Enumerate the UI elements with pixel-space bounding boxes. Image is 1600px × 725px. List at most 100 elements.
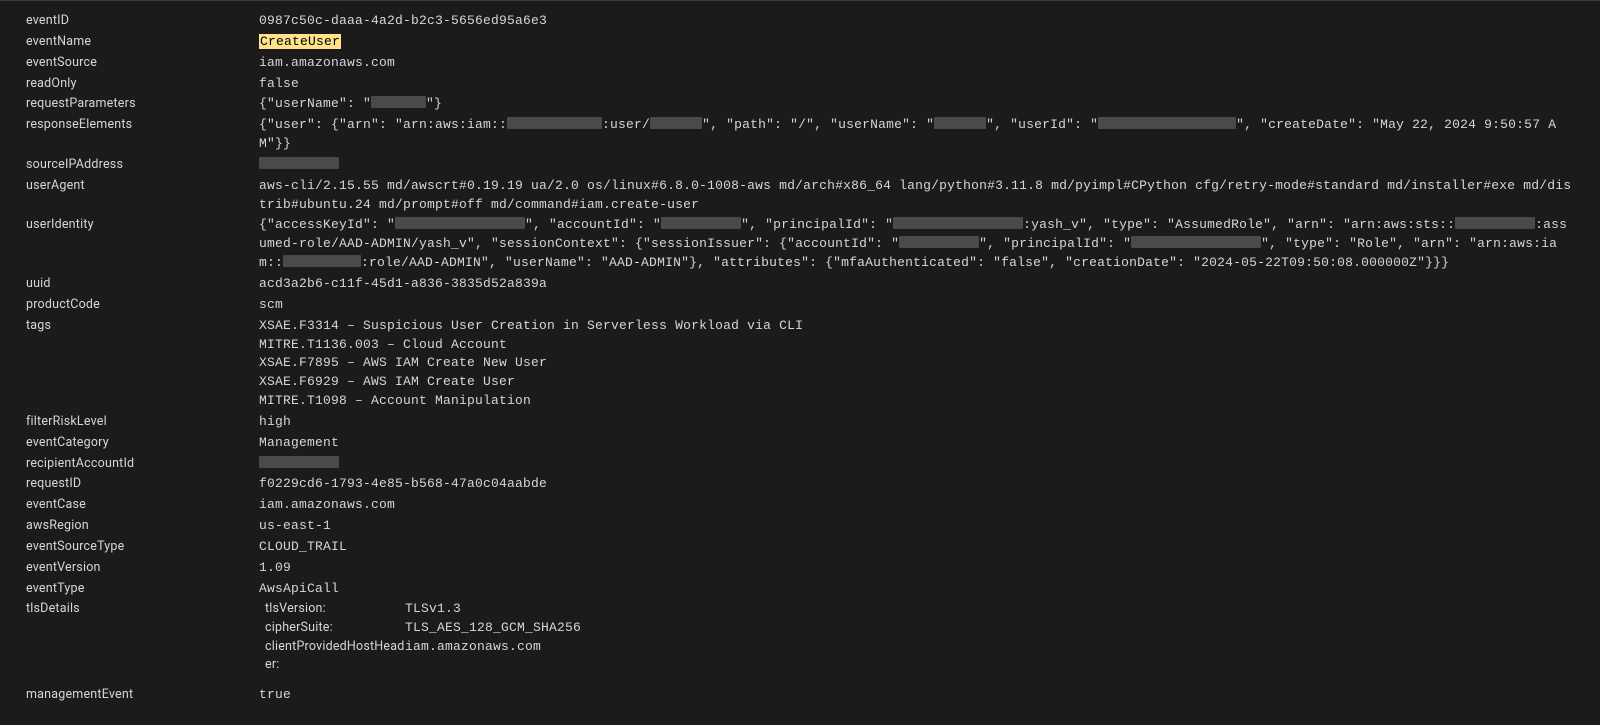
label-response-elements: responseElements (26, 116, 259, 134)
text-segment: :yash_v", "type": "AssumedRole", "arn": … (1023, 217, 1455, 232)
value-source-ip-address[interactable] (259, 156, 1574, 175)
text-segment: :role/AAD-ADMIN", "userName": "AAD-ADMIN… (361, 255, 1449, 270)
text-segment: ", "principalId": " (979, 236, 1131, 251)
tag-line: MITRE.T1136.003 – Cloud Account (259, 336, 1574, 355)
value-event-type[interactable]: AwsApiCall (259, 580, 1574, 599)
text-segment: :user/ (602, 117, 650, 132)
field-event-source: eventSource iam.amazonaws.com (0, 53, 1600, 74)
text-segment: ", "accountId": " (525, 217, 661, 232)
field-response-elements: responseElements {"user": {"arn": "arn:a… (0, 115, 1600, 155)
value-event-category[interactable]: Management (259, 434, 1574, 453)
field-event-source-type: eventSourceType CLOUD_TRAIL (0, 537, 1600, 558)
field-event-name: eventName CreateUser (0, 32, 1600, 53)
label-read-only: readOnly (26, 75, 259, 93)
tag-line: MITRE.T1098 – Account Manipulation (259, 392, 1574, 411)
field-user-identity: userIdentity {"accessKeyId": " ", "accou… (0, 215, 1600, 274)
value-event-id[interactable]: 0987c50c-daaa-4a2d-b2c3-5656ed95a6e3 (259, 12, 1574, 31)
redacted-segment (934, 117, 986, 129)
text-segment: ", "principalId": " (741, 217, 893, 232)
value-filter-risk-level[interactable]: high (259, 413, 1574, 432)
field-event-category: eventCategory Management (0, 433, 1600, 454)
label-tls-details: tlsDetails (26, 600, 259, 618)
label-event-case: eventCase (26, 496, 259, 514)
field-request-parameters: requestParameters {"userName": " "} (0, 94, 1600, 115)
tls-nested-key: tlsVersion: (265, 600, 405, 619)
field-request-id: requestID f0229cd6-1793-4e85-b568-47a0c0… (0, 474, 1600, 495)
tls-nested-key: clientProvidedHostHeader: (265, 638, 405, 674)
redacted-segment (1455, 217, 1535, 229)
redacted-segment (661, 217, 741, 229)
label-filter-risk-level: filterRiskLevel (26, 413, 259, 431)
label-recipient-account-id: recipientAccountId (26, 455, 259, 473)
value-event-case[interactable]: iam.amazonaws.com (259, 496, 1574, 515)
field-uuid: uuid acd3a2b6-c11f-45d1-a836-3835d52a839… (0, 274, 1600, 295)
label-event-category: eventCategory (26, 434, 259, 452)
field-event-case: eventCase iam.amazonaws.com (0, 495, 1600, 516)
value-user-identity[interactable]: {"accessKeyId": " ", "accountId": " ", "… (259, 216, 1574, 273)
tag-line: XSAE.F6929 – AWS IAM Create User (259, 373, 1574, 392)
redacted-segment (1098, 117, 1236, 129)
value-user-agent[interactable]: aws-cli/2.15.55 md/awscrt#0.19.19 ua/2.0… (259, 177, 1574, 215)
value-recipient-account-id[interactable] (259, 455, 1574, 474)
field-user-agent: userAgent aws-cli/2.15.55 md/awscrt#0.19… (0, 176, 1600, 216)
field-filter-risk-level: filterRiskLevel high (0, 412, 1600, 433)
label-event-version: eventVersion (26, 559, 259, 577)
redacted-segment (893, 217, 1023, 229)
field-event-type: eventType AwsApiCall (0, 579, 1600, 600)
value-uuid[interactable]: acd3a2b6-c11f-45d1-a836-3835d52a839a (259, 275, 1574, 294)
redacted-segment (259, 157, 339, 169)
tls-nested-value: TLSv1.3 (405, 600, 1574, 619)
tls-nested-value: iam.amazonaws.com (405, 638, 1574, 674)
tls-nested-key: cipherSuite: (265, 619, 405, 638)
redacted-segment (650, 117, 702, 129)
text-segment: {"userName": " (259, 96, 371, 111)
label-product-code: productCode (26, 296, 259, 314)
field-tags: tags XSAE.F3314 – Suspicious User Creati… (0, 316, 1600, 412)
field-event-version: eventVersion 1.09 (0, 558, 1600, 579)
redacted-segment (899, 236, 979, 248)
label-event-source-type: eventSourceType (26, 538, 259, 556)
text-segment: {"accessKeyId": " (259, 217, 395, 232)
text-segment: "} (426, 96, 442, 111)
tls-nested-row: clientProvidedHostHeader:iam.amazonaws.c… (265, 638, 1574, 674)
text-segment: {"user": {"arn": "arn:aws:iam:: (259, 117, 507, 132)
tls-nested-value: TLS_AES_128_GCM_SHA256 (405, 619, 1574, 638)
field-management-event: managementEvent true (0, 685, 1600, 706)
value-management-event[interactable]: true (259, 686, 1574, 705)
value-response-elements[interactable]: {"user": {"arn": "arn:aws:iam:: :user/ "… (259, 116, 1574, 154)
value-event-name[interactable]: CreateUser (259, 33, 1574, 52)
redacted-segment (371, 96, 426, 108)
text-segment: ", "path": "/", "userName": " (702, 117, 934, 132)
tls-nested-row: tlsVersion:TLSv1.3 (265, 600, 1574, 619)
label-source-ip-address: sourceIPAddress (26, 156, 259, 174)
redacted-segment (395, 217, 525, 229)
label-request-id: requestID (26, 475, 259, 493)
tls-nested-row: cipherSuite:TLS_AES_128_GCM_SHA256 (265, 619, 1574, 638)
highlighted-text: CreateUser (259, 34, 341, 49)
label-tags: tags (26, 317, 259, 335)
field-product-code: productCode scm (0, 295, 1600, 316)
label-aws-region: awsRegion (26, 517, 259, 535)
label-event-source: eventSource (26, 54, 259, 72)
value-aws-region[interactable]: us-east-1 (259, 517, 1574, 536)
value-read-only[interactable]: false (259, 75, 1574, 94)
tag-line: XSAE.F7895 – AWS IAM Create New User (259, 354, 1574, 373)
value-request-parameters[interactable]: {"userName": " "} (259, 95, 1574, 114)
value-product-code[interactable]: scm (259, 296, 1574, 315)
value-tags[interactable]: XSAE.F3314 – Suspicious User Creation in… (259, 317, 1574, 411)
value-event-source-type[interactable]: CLOUD_TRAIL (259, 538, 1574, 557)
value-request-id[interactable]: f0229cd6-1793-4e85-b568-47a0c04aabde (259, 475, 1574, 494)
redacted-segment (507, 117, 602, 129)
field-event-id: eventID 0987c50c-daaa-4a2d-b2c3-5656ed95… (0, 11, 1600, 32)
field-recipient-account-id: recipientAccountId (0, 454, 1600, 475)
field-tls-details: tlsDetails tlsVersion:TLSv1.3cipherSuite… (0, 599, 1600, 675)
value-event-version[interactable]: 1.09 (259, 559, 1574, 578)
label-uuid: uuid (26, 275, 259, 293)
redacted-segment (1131, 236, 1261, 248)
value-tls-details[interactable]: tlsVersion:TLSv1.3cipherSuite:TLS_AES_12… (259, 600, 1574, 674)
text-segment: ", "userId": " (986, 117, 1098, 132)
tag-line: XSAE.F3314 – Suspicious User Creation in… (259, 317, 1574, 336)
field-aws-region: awsRegion us-east-1 (0, 516, 1600, 537)
value-event-source[interactable]: iam.amazonaws.com (259, 54, 1574, 73)
label-event-type: eventType (26, 580, 259, 598)
